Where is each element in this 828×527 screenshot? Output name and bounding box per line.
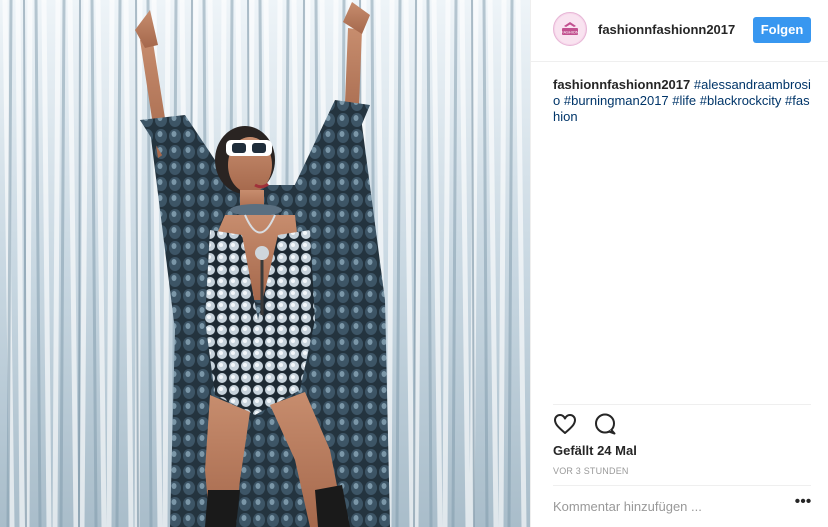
hashtag-burningman2017[interactable]: #burningman2017 bbox=[564, 93, 669, 108]
post-photo[interactable] bbox=[0, 0, 530, 527]
hashtag-blackrockcity[interactable]: #blackrockcity bbox=[700, 93, 782, 108]
actions-divider bbox=[553, 404, 811, 405]
caption-author[interactable]: fashionnfashionn2017 bbox=[553, 77, 690, 92]
comment-icon[interactable] bbox=[593, 412, 619, 438]
comment-input[interactable] bbox=[553, 496, 773, 516]
avatar-text: FASHION bbox=[561, 30, 579, 35]
post-timestamp[interactable]: VOR 3 STUNDEN bbox=[553, 466, 629, 476]
header-username[interactable]: fashionnfashionn2017 bbox=[598, 22, 735, 37]
post-sidebar: FASHION fashionnfashionn2017 Folgen fash… bbox=[530, 0, 828, 527]
avatar-logo: FASHION bbox=[555, 14, 585, 44]
avatar[interactable]: FASHION bbox=[553, 12, 587, 46]
photo-illustration bbox=[0, 0, 530, 527]
follow-button[interactable]: Folgen bbox=[753, 17, 811, 43]
action-bar bbox=[553, 412, 629, 438]
likes-count[interactable]: Gefällt 24 Mal bbox=[553, 443, 637, 458]
instagram-post: FASHION fashionnfashionn2017 Folgen fash… bbox=[0, 0, 828, 527]
heart-icon[interactable] bbox=[553, 412, 579, 438]
hashtag-life[interactable]: #life bbox=[672, 93, 696, 108]
post-caption: fashionnfashionn2017 #alessandraambrosio… bbox=[553, 77, 811, 125]
more-options-icon[interactable]: ••• bbox=[793, 494, 813, 512]
comment-divider bbox=[553, 485, 811, 486]
post-header: FASHION fashionnfashionn2017 Folgen bbox=[531, 0, 828, 62]
